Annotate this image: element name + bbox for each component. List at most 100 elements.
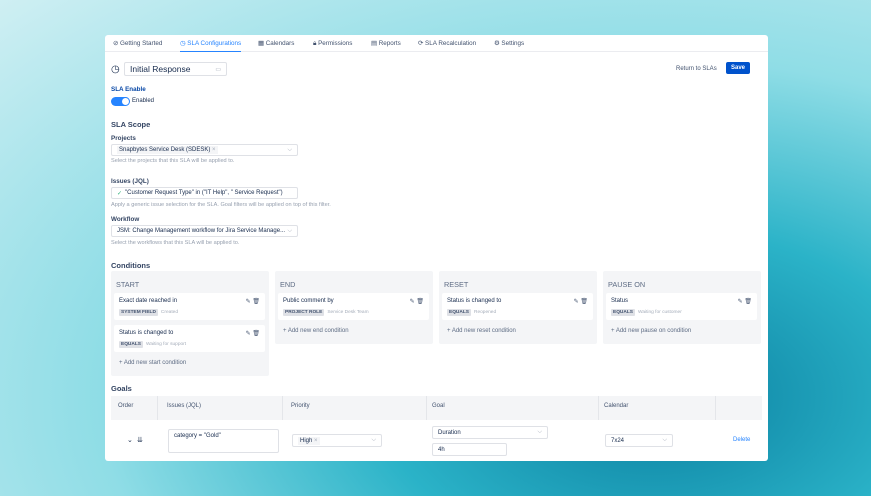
- header-order: Order: [118, 403, 134, 409]
- edit-icon[interactable]: ✎: [410, 299, 415, 305]
- add-start-condition-button[interactable]: + Add new start condition: [119, 360, 186, 366]
- condition-value: Created: [160, 310, 178, 315]
- condition-card[interactable]: Status is changed to ✎ 🗑︎ EQUALS Reopened: [442, 293, 593, 320]
- header-calendar: Calendar: [604, 403, 629, 409]
- add-end-condition-button[interactable]: + Add new end condition: [283, 328, 349, 334]
- issues-label: Issues (JQL): [111, 178, 149, 185]
- goal-type-value: Duration: [438, 429, 461, 436]
- remove-icon[interactable]: ×: [212, 147, 216, 153]
- tab-calendars[interactable]: ▦ Calendars: [258, 40, 294, 47]
- edit-icon[interactable]: ✎: [574, 299, 579, 305]
- header-issues: Issues (JQL): [167, 403, 202, 409]
- edit-icon[interactable]: ✎: [246, 331, 251, 337]
- tab-reports[interactable]: ▤ Reports: [371, 40, 401, 47]
- tab-label: Getting Started: [120, 40, 163, 47]
- tab-label: Calendars: [265, 40, 295, 47]
- condition-card[interactable]: Exact date reached in ✎ 🗑︎ SYSTEM FIELD Cre…: [114, 293, 265, 320]
- chevron-down-icon: ⌵: [287, 227, 292, 234]
- workflow-value: JSM: Change Management workflow for Jira…: [117, 228, 286, 234]
- chevron-down-icon: ⌵: [537, 429, 542, 435]
- condition-card[interactable]: Status is changed to ✎ 🗑︎ EQUALS Waiting fo…: [114, 325, 265, 352]
- condition-title: Status is changed to: [119, 330, 174, 336]
- issues-jql-input[interactable]: ✓ "Customer Request Type" in ("IT Help", …: [111, 187, 298, 199]
- trash-icon[interactable]: 🗑︎: [416, 299, 424, 305]
- trash-icon[interactable]: 🗑︎: [252, 331, 260, 337]
- tab-sla-recalculation[interactable]: ⟳ SLA Recalculation: [418, 40, 476, 47]
- clock-icon: ◷: [111, 64, 120, 75]
- trash-icon[interactable]: 🗑︎: [744, 299, 752, 305]
- start-conditions-column: START Exact date reached in ✎ 🗑︎ SYSTEM FI…: [111, 271, 269, 376]
- priority-select[interactable]: High × ⌵: [292, 434, 382, 447]
- trash-icon[interactable]: 🗑︎: [252, 299, 260, 305]
- add-reset-condition-button[interactable]: + Add new reset condition: [447, 328, 516, 334]
- sla-enable-label: SLA Enable: [111, 86, 146, 93]
- goal-jql-textarea[interactable]: category = "Gold": [168, 429, 279, 453]
- chevron-down-icon: ⌵: [287, 146, 292, 153]
- priority-chip: High ×: [298, 436, 320, 445]
- sla-enable-toggle[interactable]: [111, 97, 130, 106]
- tab-permissions[interactable]: 🔒︎ Permissions: [313, 40, 352, 48]
- edit-icon[interactable]: ✎: [246, 299, 251, 305]
- column-title: START: [116, 280, 140, 289]
- tab-label: SLA Configurations: [187, 40, 242, 47]
- sla-name: Initial Response: [130, 64, 191, 74]
- condition-title: Status: [611, 298, 629, 304]
- tab-label: Settings: [501, 40, 525, 47]
- condition-tag: PROJECT ROLE: [283, 309, 325, 316]
- project-chip: Snapbytes Service Desk (SDESK) ×: [117, 146, 218, 154]
- conditions-title: Conditions: [111, 261, 151, 270]
- add-label: Add new end condition: [287, 328, 349, 334]
- condition-title: Public comment by: [283, 298, 334, 304]
- condition-tag: EQUALS: [611, 309, 635, 316]
- pause-conditions-column: PAUSE ON Status ✎ 🗑︎ EQUALS Waiting for cus…: [603, 271, 761, 344]
- condition-value: Reopened: [474, 310, 497, 315]
- add-label: Add new pause on condition: [615, 328, 692, 334]
- remove-icon[interactable]: ×: [314, 438, 318, 444]
- goal-type-select[interactable]: Duration ⌵: [432, 426, 548, 439]
- condition-card[interactable]: Status ✎ 🗑︎ EQUALS Waiting for customer: [606, 293, 757, 320]
- return-to-slas-link[interactable]: Return to SLAs: [676, 66, 717, 72]
- tab-label: Permissions: [318, 40, 353, 47]
- projects-select[interactable]: Snapbytes Service Desk (SDESK) × ⌵: [111, 144, 298, 156]
- sla-enable-state: Enabled: [132, 98, 155, 104]
- calendar-value: 7x24: [611, 437, 625, 444]
- condition-tag: EQUALS: [119, 341, 143, 348]
- save-button[interactable]: Save: [726, 62, 750, 74]
- goals-title: Goals: [111, 384, 132, 393]
- condition-tag: EQUALS: [447, 309, 471, 316]
- tab-sla-configurations[interactable]: ◷ SLA Configurations: [180, 40, 242, 52]
- condition-value: Waiting for support: [146, 342, 187, 347]
- calendar-select[interactable]: 7x24 ⌵: [605, 434, 673, 447]
- delete-goal-link[interactable]: Delete: [733, 437, 750, 443]
- goal-duration-input[interactable]: 4h: [432, 443, 507, 456]
- column-title: END: [280, 280, 296, 289]
- projects-label: Projects: [111, 135, 136, 142]
- column-title: RESET: [444, 280, 469, 289]
- sla-name-input[interactable]: Initial Response ▭: [124, 62, 227, 76]
- project-chip-label: Snapbytes Service Desk (SDESK): [119, 147, 211, 153]
- condition-card[interactable]: Public comment by ✎ 🗑︎ PROJECT ROLE Service…: [278, 293, 429, 320]
- nav-tabs: ⊘ Getting Started ◷ SLA Configurations ▦…: [105, 35, 768, 52]
- header-goal: Goal: [432, 403, 445, 409]
- scope-title: SLA Scope: [111, 120, 151, 129]
- trash-icon[interactable]: 🗑︎: [580, 299, 588, 305]
- move-down-icon[interactable]: ⌄: [127, 436, 133, 444]
- add-pause-condition-button[interactable]: + Add new pause on condition: [611, 328, 691, 334]
- workflow-help: Select the workflows that this SLA will …: [111, 240, 240, 246]
- goals-table-header: Order Issues (JQL) Priority Goal Calenda…: [111, 396, 762, 420]
- add-label: Add new start condition: [123, 360, 187, 366]
- chevron-down-icon: ⌵: [371, 437, 376, 443]
- edit-icon: ▭: [215, 66, 221, 73]
- goal-jql-value: category = "Gold": [174, 433, 221, 439]
- add-label: Add new reset condition: [451, 328, 516, 334]
- move-bottom-icon[interactable]: ⇊: [137, 436, 143, 444]
- tab-settings[interactable]: ⚙ Settings: [494, 40, 524, 47]
- sla-config-card: ⊘ Getting Started ◷ SLA Configurations ▦…: [105, 35, 768, 461]
- priority-chip-label: High: [300, 437, 313, 444]
- header-priority: Priority: [291, 403, 310, 409]
- condition-title: Status is changed to: [447, 298, 502, 304]
- goal-duration-value: 4h: [438, 446, 445, 453]
- edit-icon[interactable]: ✎: [738, 299, 743, 305]
- tab-getting-started[interactable]: ⊘ Getting Started: [113, 40, 162, 47]
- workflow-select[interactable]: JSM: Change Management workflow for Jira…: [111, 225, 298, 237]
